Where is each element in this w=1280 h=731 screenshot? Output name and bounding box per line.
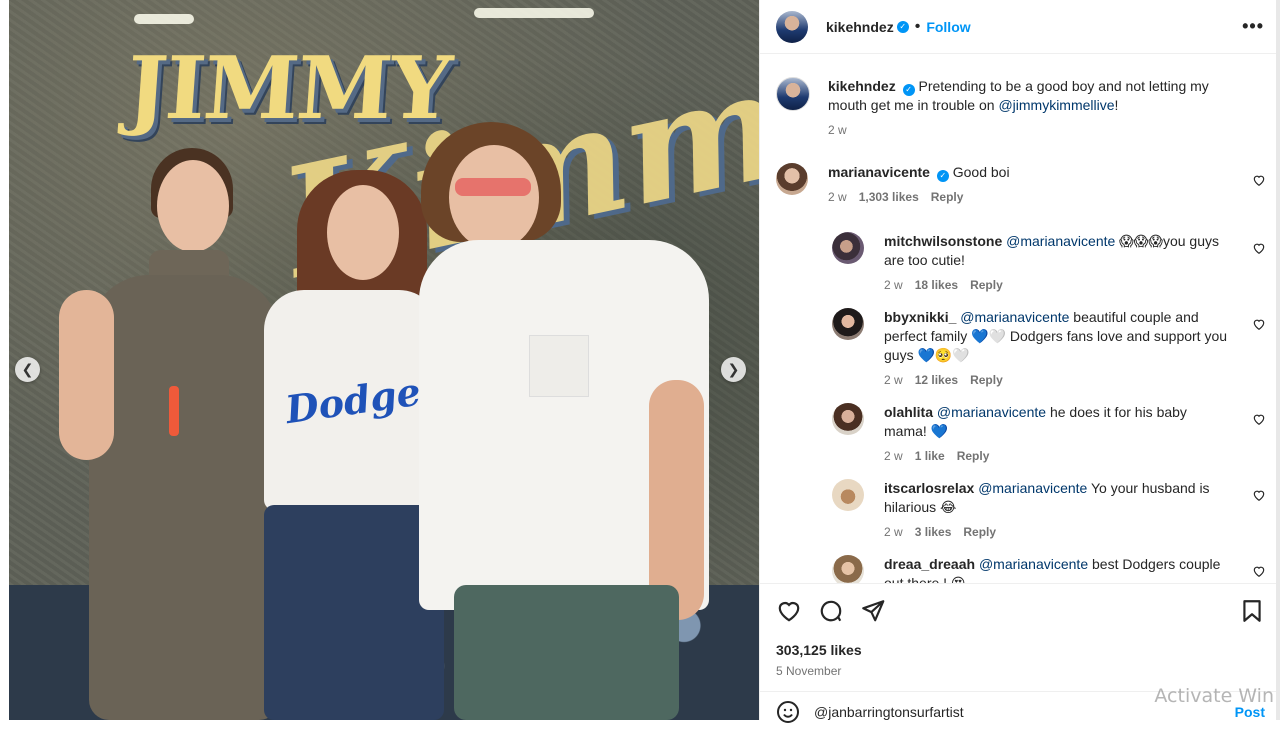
comment-mention[interactable]: @marianavicente <box>978 480 1087 496</box>
caption: kikehndez ✓ Pretending to be a good boy … <box>776 77 1238 137</box>
save-bookmark-icon[interactable] <box>1239 598 1265 624</box>
comment-time[interactable]: 2 w <box>884 373 903 387</box>
activate-windows-watermark: Activate Win <box>1154 685 1274 707</box>
comment-likes[interactable]: 12 likes <box>915 373 958 387</box>
verified-badge-icon: ✓ <box>896 20 909 33</box>
like-count[interactable]: 303,125 likes <box>776 642 862 658</box>
comment-avatar[interactable] <box>832 555 864 583</box>
ceiling-light <box>474 8 594 18</box>
comment-input[interactable]: @janbarringtonsurfartist <box>814 704 964 720</box>
follow-button[interactable]: Follow <box>926 19 970 35</box>
comment-item: dreaa_dreaah @marianavicente best Dodger… <box>832 555 1224 583</box>
chevron-right-icon: ❯ <box>727 361 740 377</box>
previous-image-button[interactable]: ❮ <box>15 357 40 382</box>
caption-username[interactable]: kikehndez <box>828 78 896 94</box>
comment-username[interactable]: dreaa_dreaah <box>884 556 975 572</box>
reply-button[interactable]: Reply <box>957 449 990 463</box>
separator-dot: • <box>914 17 921 35</box>
comment-likes[interactable]: 1 like <box>915 449 945 463</box>
comments-list[interactable]: kikehndez ✓ Pretending to be a good boy … <box>760 55 1280 583</box>
like-comment-heart-icon[interactable] <box>1252 173 1266 187</box>
author-username[interactable]: kikehndez <box>826 19 894 35</box>
post-sidebar: kikehndez ✓ • Follow ••• kikehndez ✓ Pre… <box>759 0 1280 723</box>
comment-icon[interactable] <box>818 598 844 624</box>
comment-time[interactable]: 2 w <box>884 278 903 292</box>
comment-time[interactable]: 2 w <box>884 449 903 463</box>
next-image-button[interactable]: ❯ <box>721 357 746 382</box>
comment-username[interactable]: mitchwilsonstone <box>884 233 1002 249</box>
window-scrollbar[interactable] <box>1276 0 1280 720</box>
more-options-icon[interactable]: ••• <box>1242 16 1264 37</box>
comment-likes[interactable]: 3 likes <box>915 525 952 539</box>
comment-avatar[interactable] <box>832 308 864 340</box>
like-heart-icon[interactable] <box>776 598 802 624</box>
post-photo: JIMMY Kimmel Dodgers ❮ ❯ <box>9 0 759 720</box>
comment-text: Good boi <box>952 164 1010 180</box>
comment-item: olahlita @marianavicente he does it for … <box>832 403 1224 463</box>
comment-item: marianavicente ✓ Good boi 2 w 1,303 like… <box>776 163 1228 204</box>
comment-item: itscarlosrelax @marianavicente Yo your h… <box>832 479 1224 539</box>
caption-text-end: ! <box>1114 97 1119 113</box>
comment-mention[interactable]: @marianavicente <box>937 404 1046 420</box>
caption-mention[interactable]: @jimmykimmellive <box>998 97 1114 113</box>
comment-time[interactable]: 2 w <box>884 525 903 539</box>
comment-avatar[interactable] <box>832 479 864 511</box>
reply-button[interactable]: Reply <box>931 190 964 204</box>
comment-likes[interactable]: 18 likes <box>915 278 958 292</box>
chevron-left-icon: ❮ <box>21 361 34 377</box>
comment-time[interactable]: 2 w <box>828 190 847 204</box>
comment-item: bbyxnikki_ @marianavicente beautiful cou… <box>832 308 1229 387</box>
comment-mention[interactable]: @marianavicente <box>1006 233 1115 249</box>
comment-item: mitchwilsonstone @marianavicente 😱😱😱you … <box>832 232 1224 292</box>
reply-button[interactable]: Reply <box>970 278 1003 292</box>
post-date: 5 November <box>776 664 842 678</box>
like-comment-heart-icon[interactable] <box>1252 317 1266 331</box>
like-comment-heart-icon[interactable] <box>1252 488 1266 502</box>
caption-time[interactable]: 2 w <box>828 123 847 137</box>
comment-username[interactable]: olahlita <box>884 404 933 420</box>
comment-avatar[interactable] <box>832 403 864 435</box>
reply-button[interactable]: Reply <box>963 525 996 539</box>
comment-username[interactable]: bbyxnikki_ <box>884 309 956 325</box>
like-comment-heart-icon[interactable] <box>1252 241 1266 255</box>
caption-avatar[interactable] <box>776 77 810 111</box>
like-comment-heart-icon[interactable] <box>1252 412 1266 426</box>
comment-username[interactable]: marianavicente <box>828 164 930 180</box>
verified-badge-icon: ✓ <box>902 84 915 96</box>
like-comment-heart-icon[interactable] <box>1252 564 1266 578</box>
post-header: kikehndez ✓ • Follow ••• <box>760 0 1280 54</box>
author-avatar[interactable] <box>776 10 808 43</box>
comment-likes[interactable]: 1,303 likes <box>859 190 919 204</box>
comment-mention[interactable]: @marianavicente <box>979 556 1088 572</box>
comment-username[interactable]: itscarlosrelax <box>884 480 974 496</box>
ceiling-light <box>134 14 194 24</box>
comment-avatar[interactable] <box>776 163 808 195</box>
share-send-icon[interactable] <box>860 598 886 624</box>
comment-mention[interactable]: @marianavicente <box>960 309 1069 325</box>
comment-avatar[interactable] <box>832 232 864 264</box>
reply-button[interactable]: Reply <box>970 373 1003 387</box>
post-actions: 303,125 likes 5 November @janbarringtons… <box>760 583 1280 723</box>
verified-badge-icon: ✓ <box>936 170 949 182</box>
